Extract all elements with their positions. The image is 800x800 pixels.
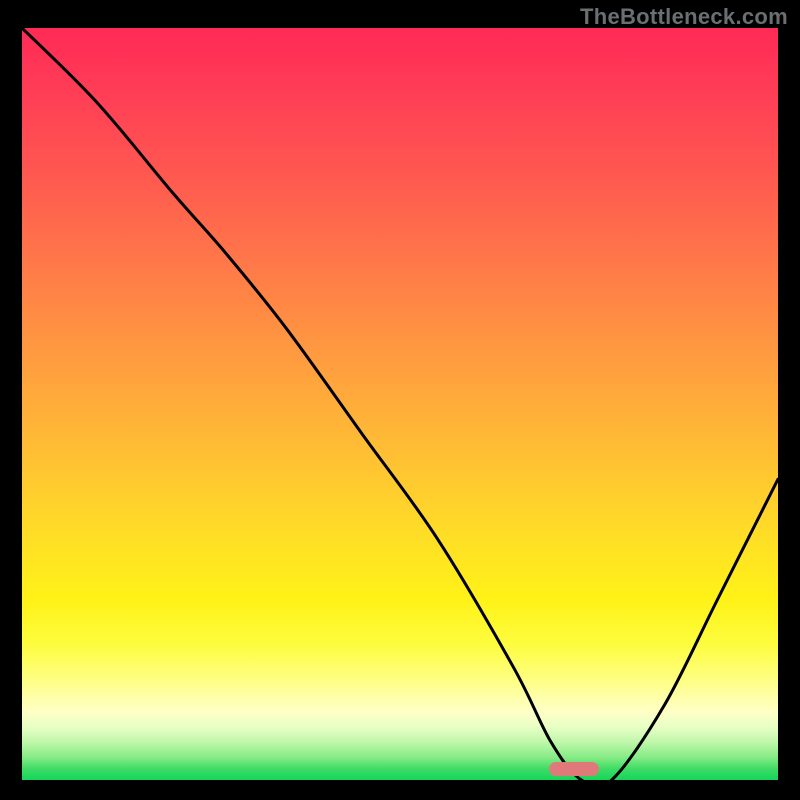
chart-frame: TheBottleneck.com [0, 0, 800, 800]
plot-area [22, 28, 778, 780]
bottleneck-curve [22, 28, 778, 780]
minimum-marker [549, 762, 599, 776]
watermark-text: TheBottleneck.com [580, 4, 788, 30]
